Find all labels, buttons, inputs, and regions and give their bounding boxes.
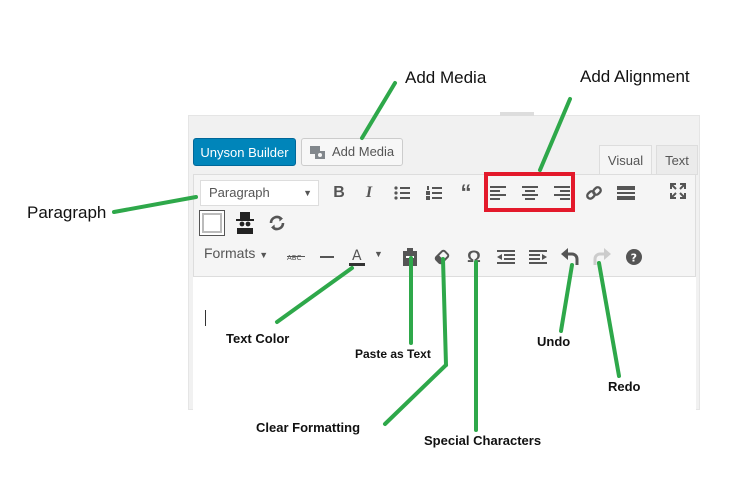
annotation-text-color: Text Color	[226, 331, 290, 346]
annotation-undo: Undo	[537, 334, 571, 349]
annotation-add-alignment: Add Alignment	[580, 67, 690, 86]
annotation-redo: Redo	[608, 379, 641, 394]
annotation-add-media: Add Media	[405, 68, 487, 87]
annotation-special-characters: Special Characters	[424, 433, 542, 448]
annotation-paragraph: Paragraph	[27, 203, 107, 222]
annotation-clear-formatting: Clear Formatting	[256, 420, 361, 435]
annotation-paste-as-text: Paste as Text	[355, 347, 431, 361]
